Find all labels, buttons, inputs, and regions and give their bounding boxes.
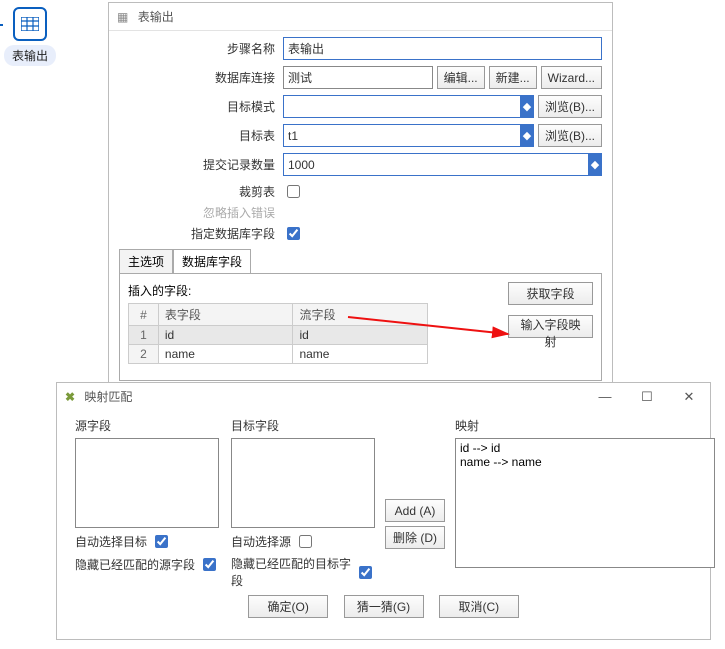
- auto-target-checkbox[interactable]: [155, 535, 168, 548]
- hide-matched-target-checkbox[interactable]: [359, 566, 372, 579]
- edit-connection-button[interactable]: 编辑...: [437, 66, 485, 89]
- connection-label: 数据库连接: [119, 69, 283, 86]
- target-fields-list[interactable]: [231, 438, 375, 528]
- node-connector: [0, 24, 3, 26]
- table-output-dialog: ▦ 表输出 步骤名称 数据库连接 测试 编辑... 新建... Wizard..…: [108, 2, 613, 392]
- auto-source-checkbox[interactable]: [299, 535, 312, 548]
- mapping-list[interactable]: id --> id name --> name: [455, 438, 715, 568]
- col-stream-field: 流字段: [293, 304, 428, 326]
- target-table-input[interactable]: [283, 124, 520, 147]
- workflow-node[interactable]: 表输出: [0, 0, 60, 66]
- wizard-button[interactable]: Wizard...: [541, 66, 602, 89]
- col-table-field: 表字段: [158, 304, 293, 326]
- app-icon: ✖: [65, 390, 75, 404]
- mapping-item[interactable]: name --> name: [460, 455, 710, 469]
- node-label: 表输出: [4, 45, 56, 66]
- new-connection-button[interactable]: 新建...: [489, 66, 537, 89]
- ignore-errors-label: 忽略插入错误: [119, 204, 283, 221]
- col-hash: #: [129, 304, 159, 326]
- source-fields-list[interactable]: [75, 438, 219, 528]
- specify-fields-checkbox[interactable]: [287, 227, 300, 240]
- tab-main[interactable]: 主选项: [119, 249, 173, 273]
- table-row[interactable]: 2namename: [129, 345, 428, 364]
- field-mapping-button[interactable]: 输入字段映射: [508, 315, 593, 338]
- step-name-input[interactable]: [283, 37, 602, 60]
- truncate-checkbox[interactable]: [287, 185, 300, 198]
- target-schema-label: 目标模式: [119, 98, 283, 115]
- ok-button[interactable]: 确定(O): [248, 595, 328, 618]
- add-button[interactable]: Add (A): [385, 499, 445, 522]
- variable-icon[interactable]: ◆: [588, 153, 602, 176]
- commit-size-label: 提交记录数量: [119, 156, 283, 173]
- mapping-label: 映射: [455, 417, 715, 434]
- dialog-title: 映射匹配: [84, 390, 132, 404]
- mapping-dialog: ✖ 映射匹配 — ☐ ✕ 源字段 自动选择目标 隐藏已经匹配的源字段 目标字段 …: [56, 382, 711, 640]
- cancel-button[interactable]: 取消(C): [439, 595, 519, 618]
- tab-db-fields[interactable]: 数据库字段: [173, 249, 251, 273]
- close-button[interactable]: ✕: [668, 383, 710, 411]
- hide-matched-source-label: 隐藏已经匹配的源字段: [75, 556, 195, 573]
- truncate-label: 裁剪表: [119, 183, 283, 200]
- table-output-icon: [13, 7, 47, 41]
- dialog-titlebar: ▦ 表输出: [109, 3, 612, 31]
- variable-icon[interactable]: ◆: [520, 95, 534, 118]
- fields-table: # 表字段 流字段 1idid 2namename: [128, 303, 428, 364]
- connection-select[interactable]: 测试: [283, 66, 433, 89]
- dialog-titlebar: ✖ 映射匹配 — ☐ ✕: [57, 383, 710, 411]
- browse-table-button[interactable]: 浏览(B)...: [538, 124, 602, 147]
- get-fields-button[interactable]: 获取字段: [508, 282, 593, 305]
- auto-target-label: 自动选择目标: [75, 533, 147, 550]
- maximize-button[interactable]: ☐: [626, 383, 668, 411]
- browse-schema-button[interactable]: 浏览(B)...: [538, 95, 602, 118]
- auto-source-label: 自动选择源: [231, 533, 291, 550]
- hide-matched-target-label: 隐藏已经匹配的目标字段: [231, 555, 351, 589]
- hide-matched-source-checkbox[interactable]: [203, 558, 216, 571]
- delete-button[interactable]: 删除 (D): [385, 526, 445, 549]
- target-fields-label: 目标字段: [231, 417, 375, 434]
- step-name-label: 步骤名称: [119, 40, 283, 57]
- guess-button[interactable]: 猜一猜(G): [344, 595, 424, 618]
- source-fields-label: 源字段: [75, 417, 219, 434]
- table-row[interactable]: 1idid: [129, 326, 428, 345]
- specify-fields-label: 指定数据库字段: [119, 225, 283, 242]
- dialog-title: 表输出: [138, 10, 174, 24]
- title-icon: ▦: [117, 10, 128, 24]
- mapping-item[interactable]: id --> id: [460, 441, 710, 455]
- target-table-label: 目标表: [119, 127, 283, 144]
- variable-icon[interactable]: ◆: [520, 124, 534, 147]
- minimize-button[interactable]: —: [584, 383, 626, 411]
- target-schema-input[interactable]: [283, 95, 520, 118]
- commit-size-input[interactable]: [283, 153, 588, 176]
